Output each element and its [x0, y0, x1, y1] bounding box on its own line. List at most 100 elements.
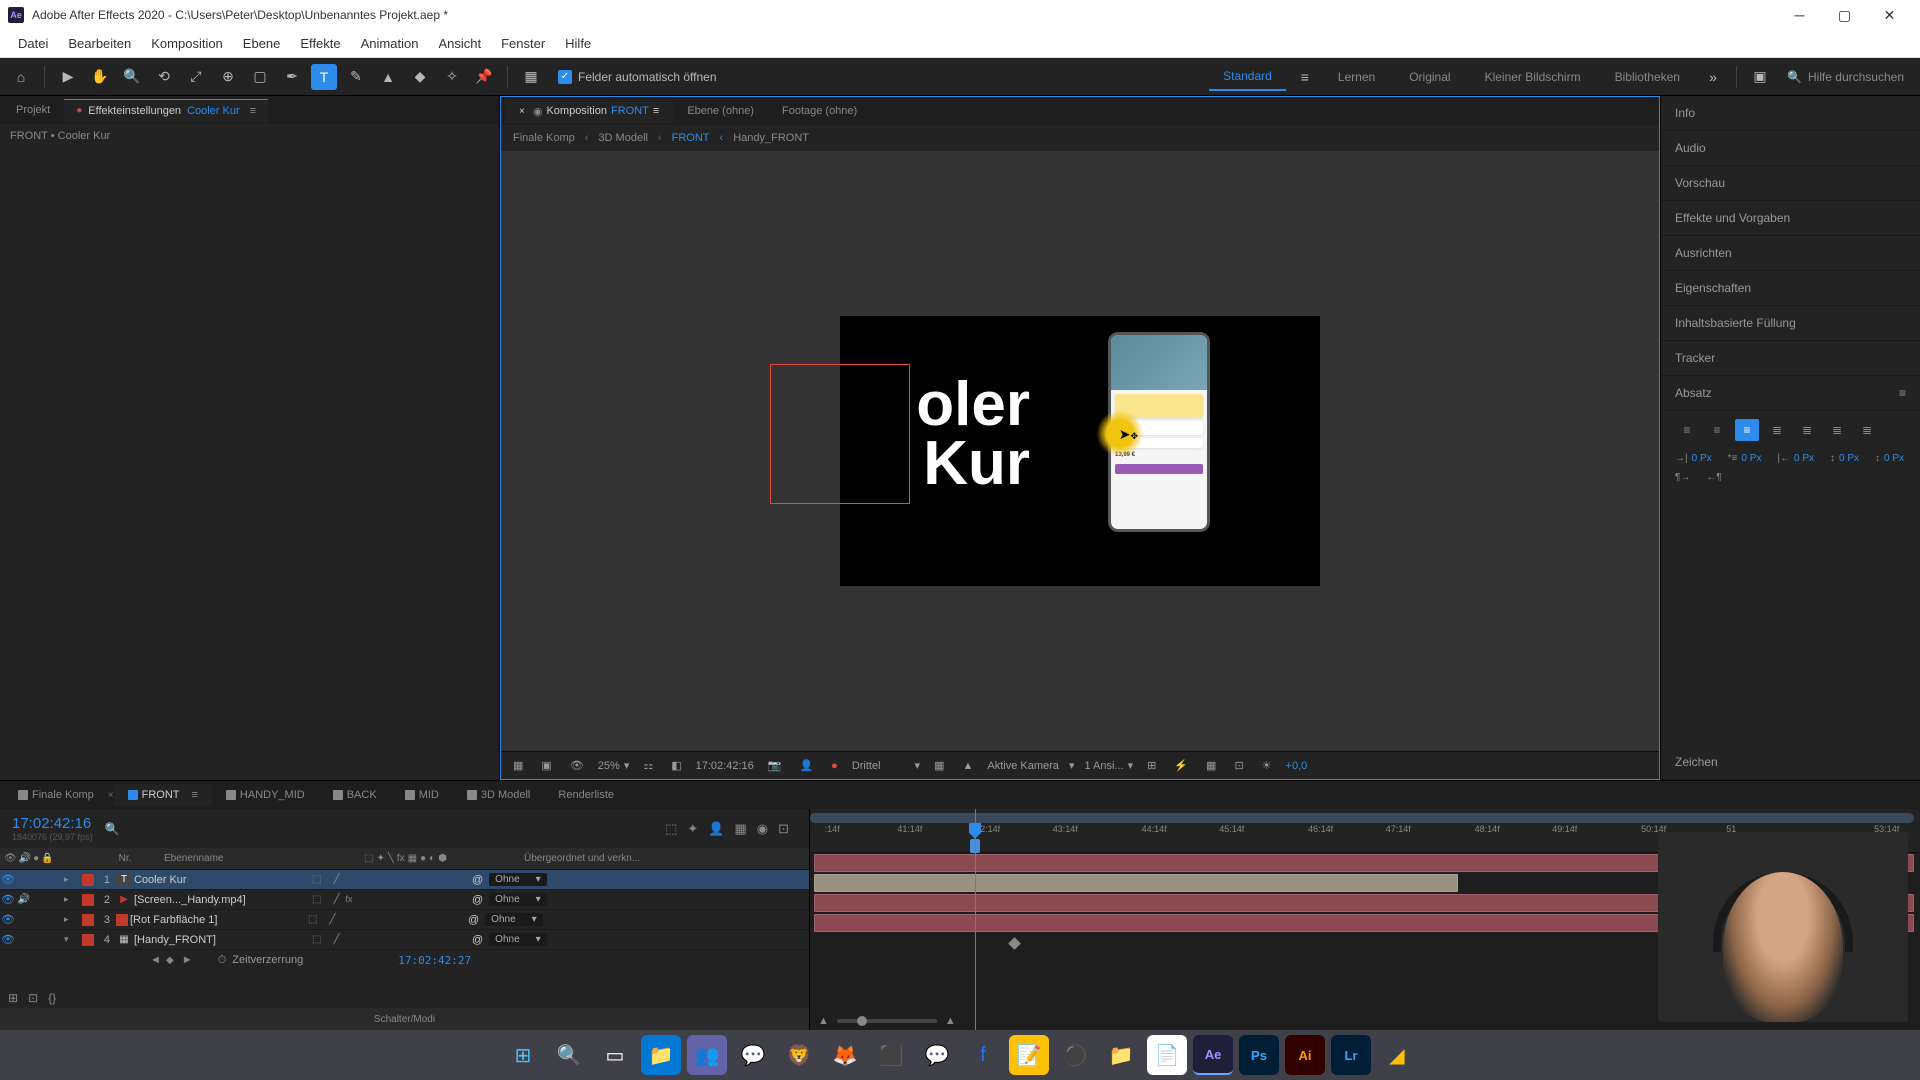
taskbar-taskview-icon[interactable]: ▭: [595, 1035, 635, 1075]
menu-datei[interactable]: Datei: [8, 32, 58, 55]
panel-menu-icon[interactable]: ≡: [653, 105, 659, 117]
camera-dropdown[interactable]: Aktive Kamera▾: [987, 759, 1074, 772]
eye-header-icon[interactable]: 👁: [4, 853, 17, 864]
twirl-icon[interactable]: ▸: [64, 874, 78, 885]
tl-tab-renderliste[interactable]: Renderliste: [544, 784, 628, 806]
taskbar-obs-icon[interactable]: ⚫: [1055, 1035, 1095, 1075]
resolution-dropdown[interactable]: Drittel▾: [852, 759, 920, 772]
layer-row-4[interactable]: 👁 ▾ 4 ▦ [Handy_FRONT] ⬚╱ @Ohne▾: [0, 930, 809, 950]
panel-absatz[interactable]: Absatz ≡: [1661, 376, 1920, 411]
tl-tab-mid[interactable]: MID: [391, 784, 453, 806]
property-row-zeitverzerrung[interactable]: ◄◆► ⏱ Zeitverzerrung 17:02:42:27: [0, 950, 809, 970]
panel-audio[interactable]: Audio: [1661, 131, 1920, 166]
color-chip[interactable]: [82, 894, 94, 906]
close-button[interactable]: ✕: [1867, 0, 1912, 30]
home-tool[interactable]: ⌂: [8, 64, 34, 90]
views-dropdown[interactable]: 1 Ansi...▾: [1084, 759, 1133, 772]
switches-modes-toggle[interactable]: Schalter/Modi: [0, 1008, 809, 1030]
layer-row-2[interactable]: 👁🔊 ▸ 2 ▶ [Screen..._Handy.mp4] ⬚╱fx @Ohn…: [0, 890, 809, 910]
timeline-timecode[interactable]: 17:02:42:16: [12, 815, 93, 832]
taskbar-messenger-icon[interactable]: 💬: [917, 1035, 957, 1075]
magnify-icon[interactable]: ▦: [509, 757, 527, 774]
toggle-switches-icon-3[interactable]: {}: [48, 991, 56, 1005]
tab-composition[interactable]: × ◉ Komposition FRONT ≡: [505, 100, 673, 123]
taskbar-folder-icon[interactable]: 📁: [1101, 1035, 1141, 1075]
space-after-input[interactable]: ↕ 0 Px: [1875, 453, 1904, 464]
pickwhip-icon[interactable]: @: [472, 894, 483, 906]
justify-last-center-icon[interactable]: ≣: [1795, 419, 1819, 441]
align-right-icon[interactable]: ≡: [1735, 419, 1759, 441]
motion-blur-icon[interactable]: ◉: [757, 821, 768, 837]
bc-handy[interactable]: Handy_FRONT: [733, 132, 809, 144]
channel-icon[interactable]: ●: [827, 758, 842, 774]
selection-tool[interactable]: ▶: [55, 64, 81, 90]
pen-tool[interactable]: ✒: [279, 64, 305, 90]
pickwhip-icon[interactable]: @: [472, 934, 483, 946]
pickwhip-icon[interactable]: @: [472, 874, 483, 886]
menu-ebene[interactable]: Ebene: [233, 32, 291, 55]
taskbar-facebook-icon[interactable]: f: [963, 1035, 1003, 1075]
color-chip[interactable]: [82, 914, 94, 926]
eraser-tool[interactable]: ◆: [407, 64, 433, 90]
speaker-header-icon[interactable]: 🔊: [19, 853, 31, 864]
eye-icon[interactable]: 👁: [0, 913, 16, 926]
workspace-menu-icon[interactable]: ≡: [1292, 64, 1318, 90]
rotate-tool[interactable]: ⤢: [183, 64, 209, 90]
toggle-switches-icon-2[interactable]: ⊡: [28, 991, 38, 1005]
eye-icon[interactable]: 👁: [0, 933, 16, 946]
shy-icon[interactable]: 👤: [708, 821, 724, 837]
menu-ansicht[interactable]: Ansicht: [428, 32, 491, 55]
taskbar-ps-icon[interactable]: Ps: [1239, 1035, 1279, 1075]
flowchart-icon[interactable]: ⊡: [1230, 757, 1247, 774]
keyframe-icon[interactable]: [1008, 937, 1021, 950]
timeline-icon[interactable]: ▦: [1202, 757, 1220, 774]
color-chip[interactable]: [82, 934, 94, 946]
exposure-value[interactable]: +0,0: [1286, 760, 1308, 772]
anchor-tool[interactable]: ⊕: [215, 64, 241, 90]
taskbar-teams-icon[interactable]: 👥: [687, 1035, 727, 1075]
zoom-in-icon[interactable]: ▲: [945, 1015, 956, 1027]
panel-info[interactable]: Info: [1661, 96, 1920, 131]
transparent-icon[interactable]: ▦: [930, 757, 948, 774]
snap-tool[interactable]: ▦: [518, 64, 544, 90]
comp-mini-flow-icon[interactable]: ⬚: [665, 821, 677, 837]
parent-dropdown[interactable]: Ohne▾: [485, 913, 543, 926]
justify-all-icon[interactable]: ≣: [1855, 419, 1879, 441]
panel-effekte[interactable]: Effekte und Vorgaben: [1661, 201, 1920, 236]
panel-menu-icon[interactable]: ≡: [1899, 386, 1906, 400]
align-center-icon[interactable]: ≡: [1705, 419, 1729, 441]
index-header[interactable]: Nr.: [90, 853, 160, 864]
resolution-icon[interactable]: ⚏: [639, 757, 657, 774]
bc-finale[interactable]: Finale Komp: [513, 132, 575, 144]
menu-bearbeiten[interactable]: Bearbeiten: [58, 32, 141, 55]
puppet-tool[interactable]: 📌: [471, 64, 497, 90]
tl-tab-finale[interactable]: Finale Komp: [4, 784, 108, 806]
auto-open-checkbox[interactable]: ✓ Felder automatisch öffnen: [558, 70, 717, 84]
tab-effect-controls[interactable]: ● Effekteinstellungen Cooler Kur ≡: [64, 99, 268, 122]
layer-row-1[interactable]: 👁 ▸ 1 T Cooler Kur ⬚╱ @Ohne▾: [0, 870, 809, 890]
maximize-button[interactable]: ▢: [1822, 0, 1867, 30]
taskbar-notepad-icon[interactable]: 📄: [1147, 1035, 1187, 1075]
taskbar-app2-icon[interactable]: ◢: [1377, 1035, 1417, 1075]
menu-effekte[interactable]: Effekte: [290, 32, 350, 55]
menu-hilfe[interactable]: Hilfe: [555, 32, 601, 55]
indent-right-input[interactable]: |← 0 Px: [1777, 453, 1814, 464]
solo-header-icon[interactable]: ●: [33, 853, 39, 864]
direction-ltr-icon[interactable]: ¶→: [1675, 472, 1690, 483]
layer-name[interactable]: Cooler Kur: [132, 874, 308, 886]
workspace-lernen[interactable]: Lernen: [1324, 64, 1389, 90]
viewer-timecode[interactable]: 17:02:42:16: [696, 760, 754, 772]
menu-animation[interactable]: Animation: [351, 32, 429, 55]
speaker-icon[interactable]: 🔊: [16, 894, 32, 905]
workspace-bibliotheken[interactable]: Bibliotheken: [1601, 64, 1694, 90]
tl-tab-3dmodell[interactable]: 3D Modell: [453, 784, 545, 806]
fast-icon[interactable]: ⚡: [1170, 757, 1192, 774]
search-icon[interactable]: 🔍: [105, 822, 120, 836]
indent-first-input[interactable]: *≡ 0 Px: [1728, 453, 1762, 464]
track-bar-2[interactable]: [814, 874, 1458, 892]
snapshot-icon[interactable]: 📷: [764, 757, 786, 774]
zoom-out-icon[interactable]: ▲: [818, 1015, 829, 1027]
panel-vorschau[interactable]: Vorschau: [1661, 166, 1920, 201]
eye-icon[interactable]: 👁: [0, 873, 16, 886]
taskbar-search-icon[interactable]: 🔍: [549, 1035, 589, 1075]
